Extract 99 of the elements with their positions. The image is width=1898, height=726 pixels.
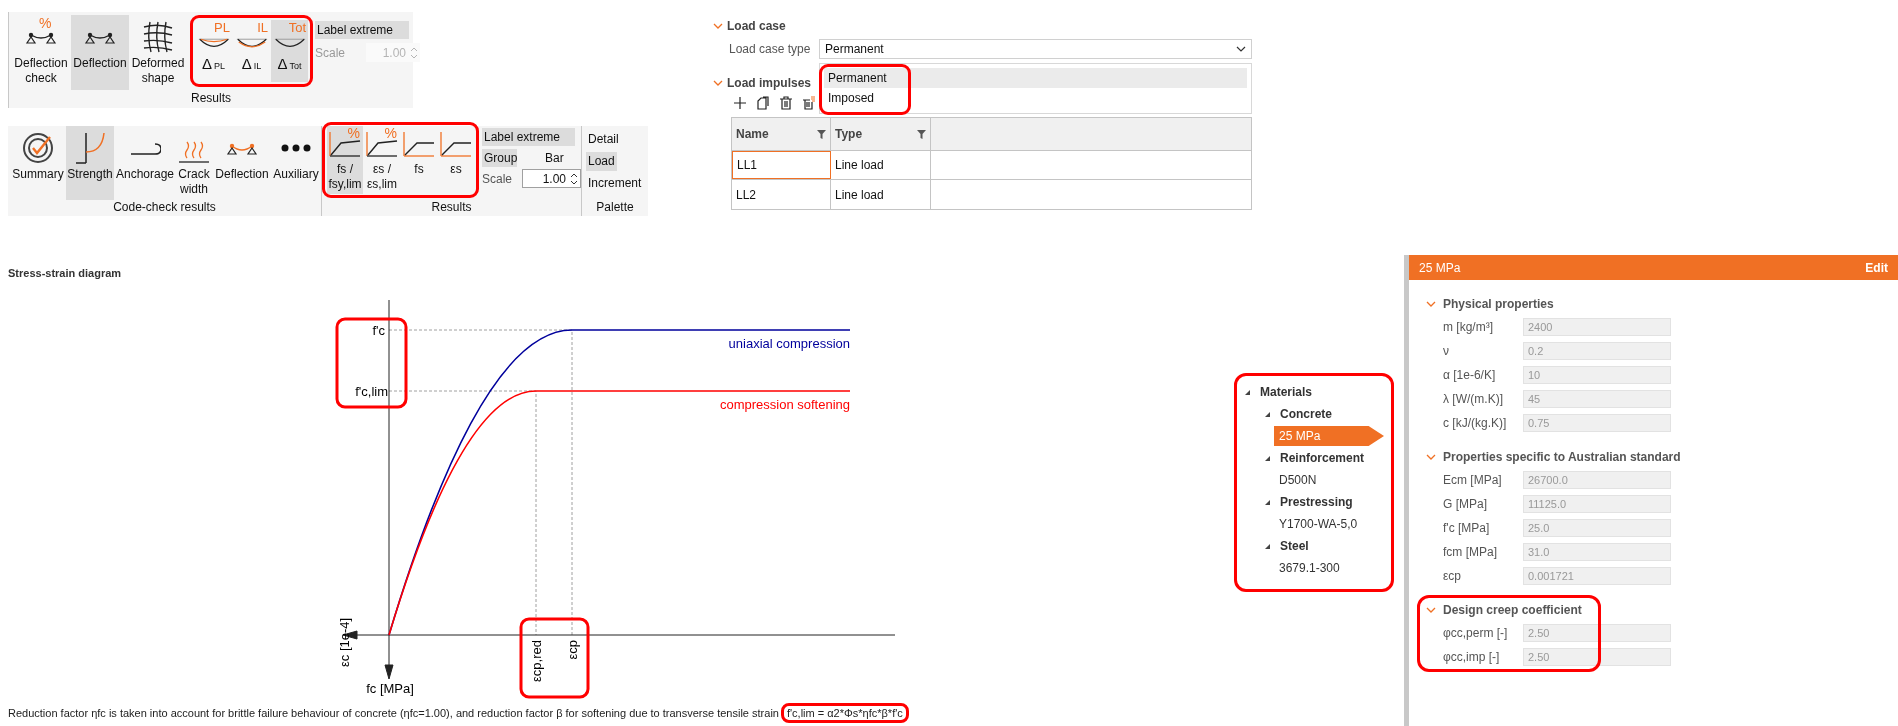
property-label: fcm [MPa] bbox=[1443, 544, 1498, 561]
axis-label: εcp bbox=[565, 640, 580, 660]
spinner-icon[interactable] bbox=[570, 171, 579, 186]
axis-label: εcp,red bbox=[529, 640, 544, 682]
ribbon-button[interactable]: % fs / fsy,lim bbox=[327, 126, 363, 194]
property-label: λ [W/(m.K)] bbox=[1443, 391, 1504, 408]
palette-option[interactable]: Detail bbox=[586, 130, 621, 149]
deflection-curve-icon bbox=[272, 36, 307, 50]
chevron-icon[interactable] bbox=[1426, 605, 1436, 615]
add-icon[interactable] bbox=[733, 96, 747, 110]
property-label: f'c [MPa] bbox=[1443, 520, 1491, 537]
ribbon-button[interactable]: Strength bbox=[66, 126, 114, 200]
table-cell[interactable]: Line load bbox=[831, 151, 931, 179]
property-label: α [1e-6/K] bbox=[1443, 367, 1497, 384]
tree-item[interactable]: Concrete bbox=[1280, 405, 1332, 423]
field-label: Load case type bbox=[729, 41, 812, 58]
ribbon-button[interactable]: Deformed shape bbox=[129, 15, 187, 90]
delete-all-icon[interactable] bbox=[802, 96, 816, 110]
group-value: Bar bbox=[545, 150, 564, 167]
chevron-icon[interactable] bbox=[1426, 299, 1436, 309]
tree-item[interactable]: Materials bbox=[1260, 383, 1313, 401]
note-text: Reduction factor ηfc is taken into account for brittle failure behaviour of concrete (ηfc=1.00), and reduction factor β for softening due to transverse tensile strain bbox=[8, 706, 779, 720]
chevron-icon[interactable] bbox=[713, 78, 723, 88]
ribbon-button[interactable]: % εs / εs,lim bbox=[364, 126, 400, 194]
column-header[interactable]: Name bbox=[732, 118, 831, 150]
option-toggle[interactable]: Label extreme bbox=[482, 128, 575, 146]
group-label: Palette bbox=[595, 200, 635, 216]
scale-field[interactable]: 1.00 bbox=[522, 169, 582, 188]
table-cell[interactable]: Line load bbox=[831, 180, 931, 209]
more-icon bbox=[280, 144, 312, 152]
property-label: m [kg/m³] bbox=[1443, 319, 1494, 336]
palette-option[interactable]: Load bbox=[586, 152, 617, 171]
panel-title: 25 MPa bbox=[1419, 259, 1461, 277]
property-label: φcc,imp [-] bbox=[1443, 649, 1501, 666]
ribbon-button[interactable]: Anchorage bbox=[116, 126, 174, 200]
formula: f'c,lim = α2*Φs*ηfc*β*f'c bbox=[780, 703, 909, 723]
property-label: Ecm [MPa] bbox=[1443, 472, 1503, 489]
axis-title: εc [1e-4] bbox=[337, 617, 352, 667]
dropdown-option[interactable]: Imposed bbox=[824, 88, 1247, 108]
filter-icon[interactable] bbox=[817, 129, 826, 139]
property-label: εcp bbox=[1443, 568, 1463, 585]
caret-icon bbox=[1236, 46, 1246, 52]
section-title: Load impulses bbox=[727, 75, 812, 92]
column-header[interactable]: Type bbox=[831, 118, 931, 150]
axis-title: fc [MPa] bbox=[366, 681, 414, 696]
ribbon-button[interactable]: Crack width bbox=[176, 126, 212, 200]
tree-item[interactable]: D500N bbox=[1274, 471, 1317, 489]
option-toggle[interactable]: Label extreme bbox=[315, 21, 409, 39]
property-label: φcc,perm [-] bbox=[1443, 625, 1509, 642]
scale-label: Scale bbox=[482, 170, 513, 188]
ribbon-button[interactable]: PL Δ PL bbox=[195, 20, 232, 82]
palette-option[interactable]: Increment bbox=[586, 174, 644, 193]
diagram-title: Stress-strain diagram bbox=[8, 266, 123, 280]
ribbon-button[interactable]: Deflection bbox=[214, 126, 270, 200]
curve-label: uniaxial compression bbox=[728, 336, 850, 351]
ribbon-button[interactable]: εs bbox=[438, 126, 474, 194]
property-label: ν bbox=[1443, 343, 1450, 360]
tree-item[interactable]: Y1700-WA-5,0 bbox=[1274, 515, 1358, 533]
delete-icon[interactable] bbox=[779, 96, 793, 110]
table-cell[interactable]: LL2 bbox=[732, 180, 831, 209]
deflection-curve-icon bbox=[234, 36, 269, 50]
dropdown-option[interactable]: Permanent bbox=[824, 68, 1247, 88]
stress-strain-icon bbox=[403, 131, 435, 157]
deflection-curve-icon bbox=[196, 36, 231, 50]
section-title: Physical properties bbox=[1443, 296, 1554, 313]
group-label: Results bbox=[430, 200, 473, 216]
ribbon-button[interactable]: Deflection bbox=[71, 15, 129, 90]
ribbon-button[interactable]: Summary bbox=[12, 126, 64, 200]
stress-strain-icon bbox=[440, 131, 472, 157]
tree-item[interactable]: 3679.1-300 bbox=[1274, 559, 1340, 577]
axis-label: f'c,lim bbox=[355, 384, 388, 399]
section-title: Properties specific to Australian standard bbox=[1443, 449, 1681, 466]
property-label: G [MPa] bbox=[1443, 496, 1488, 513]
check-circle-icon bbox=[22, 132, 54, 164]
ribbon-button[interactable]: % Deflection check bbox=[11, 15, 71, 90]
filter-icon[interactable] bbox=[917, 129, 926, 139]
axis-label: f'c bbox=[372, 323, 385, 338]
curve-label: compression softening bbox=[719, 397, 850, 412]
copy-icon[interactable] bbox=[756, 96, 770, 110]
chevron-icon[interactable] bbox=[713, 21, 723, 31]
scale-label: Scale bbox=[315, 44, 346, 62]
table-cell[interactable]: LL1 bbox=[732, 151, 831, 179]
option-toggle[interactable]: Group bbox=[482, 149, 517, 167]
tree-item[interactable]: Reinforcement bbox=[1280, 449, 1365, 467]
group-label: Results bbox=[190, 91, 232, 107]
tree-item[interactable]: Prestressing bbox=[1280, 493, 1353, 511]
property-label: c [kJ/(kg.K)] bbox=[1443, 415, 1508, 432]
group-label: Code-check results bbox=[112, 200, 217, 216]
section-title: Load case bbox=[727, 18, 786, 35]
section-title: Design creep coefficient bbox=[1443, 602, 1582, 619]
load-case-type-select[interactable]: Permanent bbox=[819, 39, 1252, 59]
ribbon-button[interactable]: Tot Δ Tot bbox=[271, 20, 308, 82]
ribbon-button[interactable]: Auxiliary bbox=[272, 126, 320, 200]
tree-item[interactable]: Steel bbox=[1280, 537, 1309, 555]
deformed-grid-icon bbox=[142, 21, 174, 53]
strength-diagram-icon bbox=[74, 132, 106, 164]
chevron-icon[interactable] bbox=[1426, 452, 1436, 462]
ribbon-button[interactable]: IL Δ IL bbox=[233, 20, 270, 82]
ribbon-button[interactable]: fs bbox=[401, 126, 437, 194]
